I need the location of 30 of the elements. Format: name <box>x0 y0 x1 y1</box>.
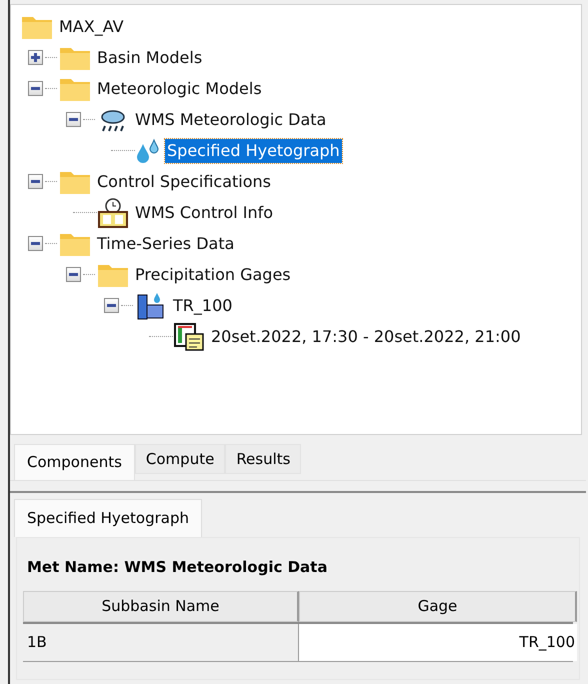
tab[interactable]: Compute <box>134 444 226 474</box>
tree-item[interactable]: WMS Control Info <box>135 200 274 224</box>
tree-item[interactable]: Basin Models <box>97 46 202 70</box>
tab[interactable]: Specified Hyetograph <box>14 499 202 537</box>
tree-item[interactable]: TR_100 <box>173 294 232 318</box>
tree-item[interactable]: WMS Meteorologic Data <box>135 108 326 132</box>
tree-item[interactable]: Meteorologic Models <box>97 76 262 100</box>
collapse-icon[interactable] <box>28 236 43 251</box>
field-label: Met Name: <box>27 558 119 576</box>
collapse-icon[interactable] <box>28 81 43 96</box>
collapse-icon[interactable] <box>104 298 119 313</box>
met-name-value: WMS Meteorologic Data <box>124 558 328 576</box>
collapse-icon[interactable] <box>28 174 43 189</box>
collapse-icon[interactable] <box>66 267 81 282</box>
tree-item[interactable]: MAX_AV <box>59 14 124 38</box>
water-drops-icon <box>135 138 161 164</box>
tree-item[interactable]: Control Specifications <box>97 170 271 194</box>
collapse-icon[interactable] <box>66 112 81 127</box>
column-header[interactable]: Subbasin Name <box>23 590 299 622</box>
tree-item[interactable]: Precipitation Gages <box>135 262 291 286</box>
table-document-icon <box>173 322 205 352</box>
tree-item[interactable]: 20set.2022, 17:30 - 20set.2022, 21:00 <box>211 324 521 348</box>
tree-item[interactable]: Specified Hyetograph <box>165 138 342 162</box>
expand-icon[interactable] <box>28 50 43 65</box>
table-cell[interactable]: TR_100 <box>299 624 577 660</box>
tree-item[interactable]: Time-Series Data <box>97 232 234 256</box>
clock-calendar-icon <box>97 198 129 228</box>
tab[interactable]: Components <box>14 444 135 480</box>
column-header[interactable]: Gage <box>299 590 577 622</box>
tab[interactable]: Results <box>225 444 302 474</box>
